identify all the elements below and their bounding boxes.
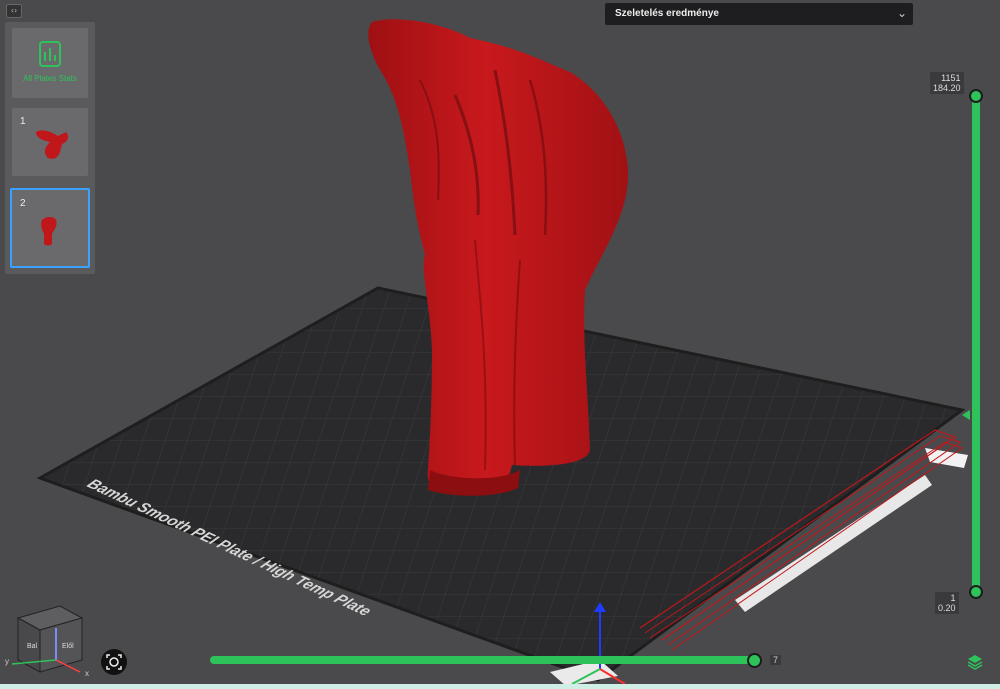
collapse-panel-button[interactable]: ‹› — [6, 4, 22, 18]
cube-face-front: Elől — [62, 643, 74, 650]
layer-bottom-height: 0.20 — [938, 603, 956, 613]
layer-top-readout: 1151 184.20 — [930, 72, 964, 94]
3d-viewport[interactable]: Bambu Smooth PEI Plate / High Temp Plate — [0, 0, 1000, 689]
scene-svg: Bambu Smooth PEI Plate / High Temp Plate — [5, 19, 968, 686]
all-plates-stats-button[interactable]: All Plates Stats — [12, 28, 88, 98]
plate-thumbnail-1[interactable]: 1 — [12, 108, 88, 176]
axis-label-y: y — [5, 657, 9, 666]
camera-reset-button[interactable] — [101, 649, 127, 675]
bottom-strip — [0, 684, 1000, 689]
plate-number: 1 — [20, 116, 26, 127]
move-slider-handle[interactable] — [747, 653, 762, 668]
cube-face-left: Bal — [27, 643, 38, 650]
layers-icon — [967, 655, 983, 670]
axis-label-x: x — [85, 669, 89, 678]
layer-top-number: 1151 — [941, 73, 961, 83]
layer-slider-bottom-handle[interactable] — [969, 585, 983, 599]
stats-icon — [39, 41, 61, 67]
plates-panel: All Plates Stats 1 2 — [5, 22, 95, 274]
layer-slider-top-handle[interactable] — [969, 89, 983, 103]
move-slider-track[interactable] — [210, 656, 758, 664]
layer-marker — [962, 410, 970, 420]
view-cube[interactable]: Bal Elől y x — [5, 605, 89, 678]
plate-number: 2 — [20, 198, 26, 209]
move-slider-value: 7 — [770, 655, 782, 665]
layer-bottom-readout: 1 0.20 — [935, 592, 959, 614]
slicing-results-panel[interactable]: Szeletelés eredménye ⌄ — [605, 3, 913, 25]
all-plates-label: All Plates Stats — [23, 74, 77, 83]
camera-focus-icon — [106, 654, 122, 670]
layer-slider-track[interactable] — [972, 96, 980, 592]
slicing-results-title: Szeletelés eredménye — [615, 8, 719, 19]
layers-button[interactable] — [965, 652, 985, 672]
double-chevron-down-icon[interactable]: ⌄ — [897, 6, 907, 20]
plate-thumbnail-2[interactable]: 2 — [10, 188, 90, 268]
layer-top-height: 184.20 — [933, 83, 961, 93]
layer-bottom-number: 1 — [950, 593, 956, 603]
